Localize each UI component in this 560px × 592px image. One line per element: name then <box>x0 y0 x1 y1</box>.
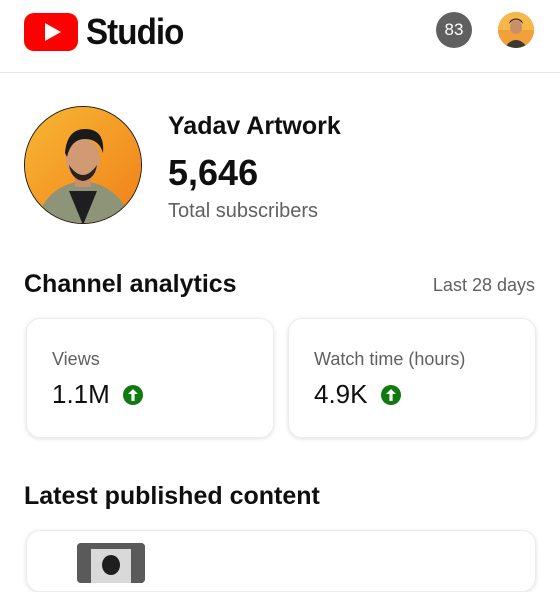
notification-badge[interactable]: 83 <box>436 12 472 48</box>
watch-time-card[interactable]: Watch time (hours) 4.9K <box>288 318 536 438</box>
section-title-channel-analytics: Channel analytics <box>24 270 237 298</box>
latest-content-card[interactable] <box>26 530 536 592</box>
youtube-play-icon <box>24 13 78 51</box>
channel-name: Yadav Artwork <box>168 112 341 140</box>
watch-time-value: 4.9K <box>314 379 368 409</box>
youtube-studio-logo[interactable]: Studio <box>24 12 192 52</box>
views-value: 1.1M <box>52 379 110 409</box>
video-thumbnail <box>77 543 145 583</box>
avatar-image <box>498 12 534 48</box>
top-bar: Studio 83 <box>0 0 560 73</box>
views-card[interactable]: Views 1.1M <box>26 318 274 438</box>
subscriber-count: 5,646 <box>168 152 259 193</box>
arrow-up-circle-icon <box>380 384 401 405</box>
account-avatar[interactable] <box>498 12 534 48</box>
app-title: Studio <box>86 11 184 52</box>
views-label: Views <box>52 349 100 369</box>
subscriber-label: Total subscribers <box>168 200 319 222</box>
section-title-latest-content: Latest published content <box>24 482 320 510</box>
watch-time-label: Watch time (hours) <box>314 349 466 369</box>
views-value-row: 1.1M <box>52 379 144 410</box>
arrow-up-circle-icon <box>122 384 143 405</box>
analytics-period: Last 28 days <box>432 275 535 295</box>
watch-time-value-row: 4.9K <box>314 379 402 410</box>
channel-avatar-image <box>25 107 141 223</box>
channel-avatar[interactable] <box>24 106 142 224</box>
